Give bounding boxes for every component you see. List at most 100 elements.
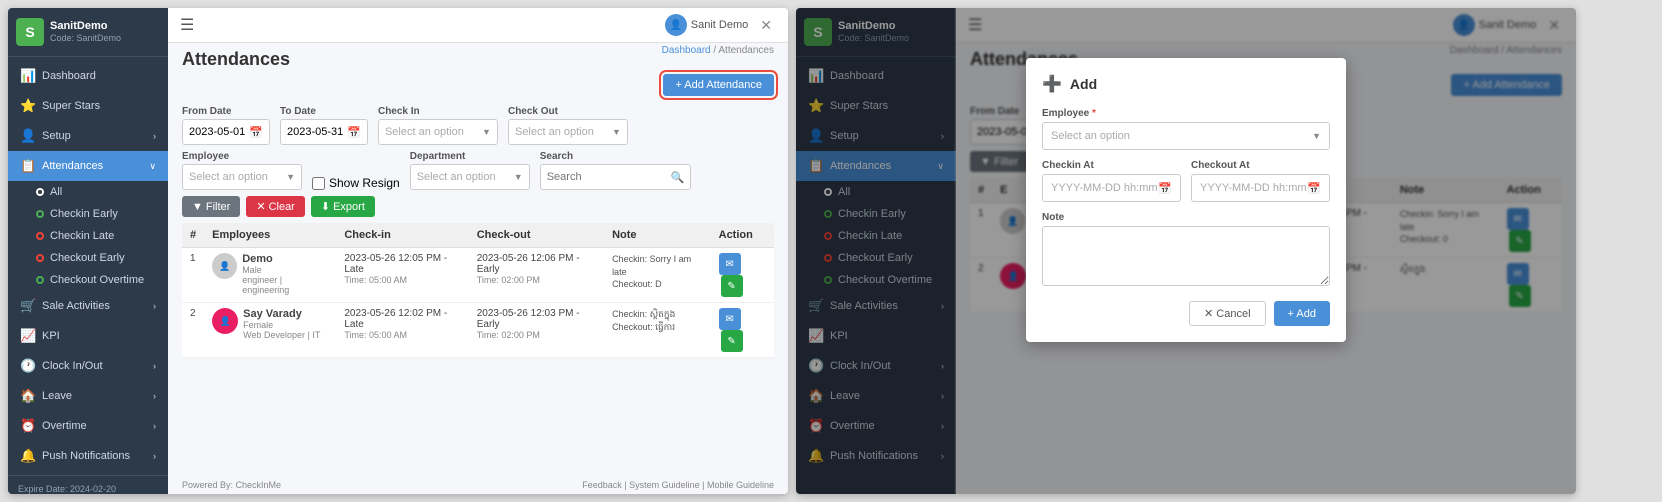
right-panel: S SanitDemo Code: SanitDemo 📊 Dashboard …	[796, 8, 1576, 494]
add-modal: ➕ Add Employee * Select an option ▼ Chec…	[1026, 58, 1346, 342]
checkout-select[interactable]: Select an option ▼	[508, 119, 628, 145]
sub-item-checkin-early[interactable]: Checkin Early	[8, 203, 168, 225]
overtime-icon: ⏰	[20, 418, 34, 434]
edit-button[interactable]: ✎	[721, 275, 743, 297]
msg-button[interactable]: ✉	[719, 253, 741, 275]
search-input[interactable]: 🔍	[540, 164, 692, 190]
to-date-input[interactable]: 2023-05-31 📅	[280, 119, 368, 145]
modal-checkout-calendar[interactable]: 📅	[1307, 182, 1321, 195]
sub-item-checkout-early[interactable]: Checkout Early	[8, 247, 168, 269]
left-main: ☰ 👤 Sanit Demo ✕ Attendances Dashboard /…	[168, 8, 788, 494]
close-icon[interactable]: ✕	[756, 15, 776, 36]
checkinme-link[interactable]: CheckInMe	[236, 480, 282, 490]
sidebar-item-push[interactable]: 🔔 Push Notifications ›	[8, 441, 168, 471]
modal-header: ➕ Add	[1042, 74, 1330, 94]
sub-item-all[interactable]: All	[8, 181, 168, 203]
search-icon[interactable]: 🔍	[671, 171, 685, 184]
sale-icon: 🛒	[20, 298, 34, 314]
modal-employee-arrow: ▼	[1312, 131, 1321, 141]
to-calendar-icon[interactable]: 📅	[347, 126, 361, 139]
clear-button[interactable]: ✕ Clear	[246, 196, 305, 217]
export-button[interactable]: ⬇ Export	[311, 196, 375, 217]
emp-avatar: 👤	[212, 308, 238, 334]
modal-add-button[interactable]: + Add	[1274, 301, 1330, 326]
feedback-link[interactable]: Feedback	[582, 480, 622, 490]
emp-avatar: 👤	[212, 253, 237, 279]
sidebar-item-setup[interactable]: 👤 Setup ›	[8, 121, 168, 151]
sub-label-checkin-early: Checkin Early	[50, 208, 118, 220]
system-guideline-link[interactable]: System Guideline	[629, 480, 700, 490]
col-note: Note	[604, 223, 711, 248]
leave-icon: 🏠	[20, 388, 34, 404]
breadcrumb-current: Attendances	[718, 45, 774, 56]
modal-cancel-button[interactable]: ✕ Cancel	[1189, 301, 1266, 326]
modal-checkout-input[interactable]: YYYY-MM-DD hh:mm 📅	[1191, 174, 1330, 202]
department-select[interactable]: Select an option ▼	[410, 164, 530, 190]
checkout-overtime-dot	[36, 276, 44, 284]
sidebar-item-clock[interactable]: 🕐 Clock In/Out ›	[8, 351, 168, 381]
clock-chevron: ›	[153, 361, 156, 371]
filters-area: From Date 2023-05-01 📅 To Date 2023-05-3…	[168, 100, 788, 223]
breadcrumb-dashboard[interactable]: Dashboard	[662, 45, 711, 56]
cell-action: ✉ ✎	[711, 303, 774, 358]
mobile-guideline-link[interactable]: Mobile Guideline	[707, 480, 774, 490]
from-date-value: 2023-05-01	[189, 126, 245, 138]
filter-button[interactable]: ▼ Filter	[182, 196, 240, 217]
to-date-group: To Date 2023-05-31 📅	[280, 106, 368, 145]
modal-note-textarea[interactable]	[1042, 226, 1330, 286]
employee-placeholder: Select an option	[189, 171, 268, 183]
cell-employee: 👤 Say Varady Female Web Developer | IT	[204, 303, 336, 358]
modal-overlay: ➕ Add Employee * Select an option ▼ Chec…	[796, 8, 1576, 494]
sidebar-label-sale: Sale Activities	[42, 300, 145, 312]
from-date-label: From Date	[182, 106, 270, 117]
checkin-arrow: ▼	[482, 127, 491, 137]
show-resign-group: Show Resign	[312, 152, 400, 190]
modal-add-icon: ➕	[1042, 74, 1062, 94]
sidebar-item-overtime[interactable]: ⏰ Overtime ›	[8, 411, 168, 441]
add-attendance-button[interactable]: + Add Attendance	[663, 74, 774, 96]
modal-checkin-placeholder: YYYY-MM-DD hh:mm	[1051, 182, 1158, 194]
sale-chevron: ›	[153, 301, 156, 311]
modal-note-field: Note	[1042, 212, 1330, 289]
employee-label: Employee	[182, 151, 302, 162]
modal-employee-placeholder: Select an option	[1051, 130, 1130, 142]
superstars-icon: ⭐	[20, 98, 34, 114]
cell-checkout: 2023-05-26 12:06 PM - Early Time: 02:00 …	[469, 248, 604, 303]
modal-checkout-placeholder: YYYY-MM-DD hh:mm	[1200, 182, 1307, 194]
hamburger-icon[interactable]: ☰	[180, 15, 194, 35]
avatar: 👤	[665, 14, 687, 36]
show-resign-checkbox[interactable]	[312, 177, 325, 190]
page-footer: Powered By: CheckInMe Feedback | System …	[168, 476, 788, 494]
col-action: Action	[711, 223, 774, 248]
modal-checkin-calendar[interactable]: 📅	[1158, 182, 1172, 195]
sidebar-label-dashboard: Dashboard	[42, 70, 156, 82]
attendances-chevron: ∨	[149, 161, 156, 172]
dept-placeholder: Select an option	[417, 171, 496, 183]
dashboard-icon: 📊	[20, 68, 34, 84]
sub-item-checkin-late[interactable]: Checkin Late	[8, 225, 168, 247]
checkout-group: Check Out Select an option ▼	[508, 106, 628, 145]
sub-item-checkout-overtime[interactable]: Checkout Overtime	[8, 269, 168, 291]
modal-employee-select[interactable]: Select an option ▼	[1042, 122, 1330, 150]
msg-button-2[interactable]: ✉	[719, 308, 741, 330]
employee-select[interactable]: Select an option ▼	[182, 164, 302, 190]
sidebar-item-sale[interactable]: 🛒 Sale Activities ›	[8, 291, 168, 321]
sidebar-item-attendances[interactable]: 📋 Attendances ∨	[8, 151, 168, 181]
modal-checkin-input[interactable]: YYYY-MM-DD hh:mm 📅	[1042, 174, 1181, 202]
sidebar-item-kpi[interactable]: 📈 KPI	[8, 321, 168, 351]
sidebar-item-dashboard[interactable]: 📊 Dashboard	[8, 61, 168, 91]
brand-code: Code: SanitDemo	[50, 33, 121, 44]
from-calendar-icon[interactable]: 📅	[249, 126, 263, 139]
sidebar-item-superstars[interactable]: ⭐ Super Stars	[8, 91, 168, 121]
search-field[interactable]	[547, 171, 667, 183]
cell-num: 1	[182, 248, 204, 303]
action-buttons: ▼ Filter ✕ Clear ⬇ Export	[182, 196, 774, 217]
checkin-select[interactable]: Select an option ▼	[378, 119, 498, 145]
emp-role: Web Developer | IT	[243, 330, 320, 340]
edit-button-2[interactable]: ✎	[721, 330, 743, 352]
to-date-value: 2023-05-31	[287, 126, 343, 138]
from-date-input[interactable]: 2023-05-01 📅	[182, 119, 270, 145]
sidebar-item-leave[interactable]: 🏠 Leave ›	[8, 381, 168, 411]
search-label: Search	[540, 151, 692, 162]
checkin-group: Check In Select an option ▼	[378, 106, 498, 145]
